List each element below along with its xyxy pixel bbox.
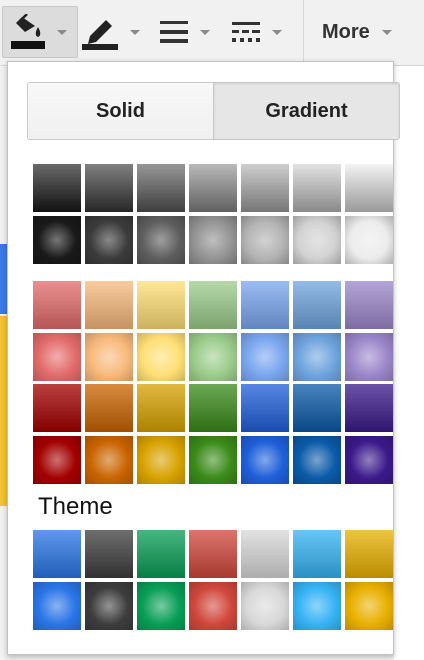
border-color-button[interactable] xyxy=(80,6,144,58)
toolbar: More xyxy=(0,0,424,66)
gradient-swatch[interactable] xyxy=(241,582,289,630)
more-label: More xyxy=(322,20,370,43)
gradient-swatch[interactable] xyxy=(189,333,237,381)
chevron-down-icon xyxy=(272,29,282,35)
gradient-swatch[interactable] xyxy=(189,281,237,329)
gradient-swatch[interactable] xyxy=(85,164,133,212)
gradient-swatch[interactable] xyxy=(137,281,185,329)
gradient-swatch[interactable] xyxy=(85,582,133,630)
more-button[interactable]: More xyxy=(322,6,412,58)
gradient-swatch[interactable] xyxy=(189,216,237,264)
line-weight-icon xyxy=(160,21,188,43)
gradient-swatch[interactable] xyxy=(85,281,133,329)
gradient-swatch[interactable] xyxy=(241,530,289,578)
fill-color-button[interactable] xyxy=(2,6,78,58)
gradient-swatch[interactable] xyxy=(241,281,289,329)
border-dash-button[interactable] xyxy=(230,6,292,58)
gradient-swatch[interactable] xyxy=(33,333,81,381)
paint-bucket-icon xyxy=(11,14,45,49)
gradient-swatch[interactable] xyxy=(85,530,133,578)
gradient-swatch[interactable] xyxy=(33,281,81,329)
gradient-swatch[interactable] xyxy=(137,216,185,264)
gradient-swatch[interactable] xyxy=(345,436,393,484)
gradient-swatch[interactable] xyxy=(293,530,341,578)
line-dash-icon xyxy=(232,22,260,42)
gradient-swatch[interactable] xyxy=(85,384,133,432)
background-strip-white xyxy=(394,66,424,660)
gradient-swatch[interactable] xyxy=(85,436,133,484)
chevron-down-icon xyxy=(200,29,210,35)
gradient-swatch[interactable] xyxy=(189,582,237,630)
gradient-swatch[interactable] xyxy=(85,216,133,264)
chevron-down-icon xyxy=(381,29,392,35)
gradient-swatch[interactable] xyxy=(33,530,81,578)
gradient-swatch[interactable] xyxy=(345,582,393,630)
tab-solid[interactable]: Solid xyxy=(28,83,213,139)
gradient-swatch[interactable] xyxy=(189,164,237,212)
gradient-swatch[interactable] xyxy=(293,384,341,432)
gradient-swatch[interactable] xyxy=(33,216,81,264)
gradient-swatch[interactable] xyxy=(345,216,393,264)
gradient-swatch[interactable] xyxy=(137,530,185,578)
chevron-down-icon xyxy=(130,29,140,35)
gradient-swatch[interactable] xyxy=(293,333,341,381)
gradient-swatch[interactable] xyxy=(293,436,341,484)
gradient-swatch[interactable] xyxy=(293,216,341,264)
gradient-swatch[interactable] xyxy=(241,216,289,264)
gradient-swatch[interactable] xyxy=(241,384,289,432)
gradient-swatch[interactable] xyxy=(33,164,81,212)
gradient-swatch[interactable] xyxy=(345,530,393,578)
gradient-swatch[interactable] xyxy=(241,436,289,484)
border-weight-button[interactable] xyxy=(158,6,218,58)
gradient-swatch[interactable] xyxy=(85,333,133,381)
fill-color-popup: Solid Gradient Theme xyxy=(7,61,400,655)
gradient-swatch[interactable] xyxy=(137,164,185,212)
gradient-swatch[interactable] xyxy=(137,333,185,381)
tab-gradient[interactable]: Gradient xyxy=(213,83,399,139)
gradient-swatch[interactable] xyxy=(33,436,81,484)
gradient-swatch[interactable] xyxy=(241,164,289,212)
gradient-swatch[interactable] xyxy=(293,281,341,329)
gradient-swatch[interactable] xyxy=(189,530,237,578)
chevron-down-icon xyxy=(57,29,67,35)
gradient-swatch[interactable] xyxy=(137,436,185,484)
gradient-swatch[interactable] xyxy=(345,333,393,381)
gradient-swatch[interactable] xyxy=(137,582,185,630)
gradient-swatch[interactable] xyxy=(241,333,289,381)
theme-heading: Theme xyxy=(38,493,113,520)
gradient-swatch[interactable] xyxy=(293,582,341,630)
gradient-swatch[interactable] xyxy=(345,281,393,329)
toolbar-divider xyxy=(303,0,304,66)
fill-type-toggle: Solid Gradient xyxy=(27,82,400,140)
gradient-swatch[interactable] xyxy=(33,384,81,432)
gradient-swatch[interactable] xyxy=(189,384,237,432)
gradient-swatch[interactable] xyxy=(345,384,393,432)
gradient-swatch[interactable] xyxy=(137,384,185,432)
gradient-swatch[interactable] xyxy=(293,164,341,212)
pencil-icon xyxy=(82,20,118,50)
gradient-swatch[interactable] xyxy=(33,582,81,630)
gradient-swatch[interactable] xyxy=(189,436,237,484)
gradient-swatch[interactable] xyxy=(345,164,393,212)
